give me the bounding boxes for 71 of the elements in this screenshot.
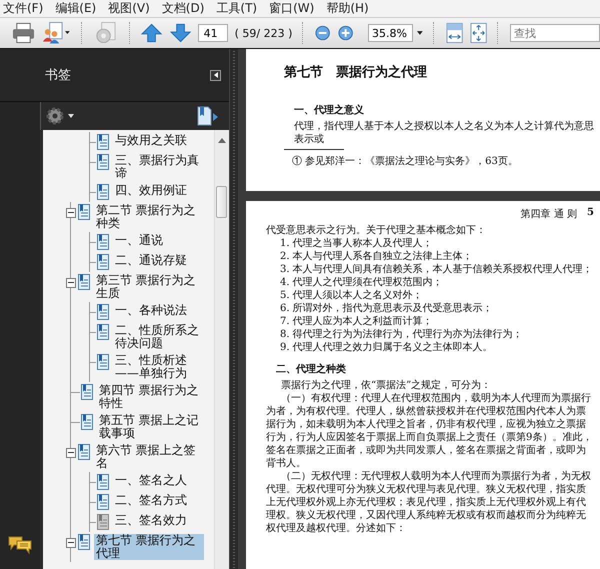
list-item: 4. 代理人之代理须在代理权范围内； [280,276,444,289]
menu-item[interactable]: 文档(D) [162,0,204,17]
footnote: ① 参见郑洋一：《票据法之理论与实务》，63页。 [292,154,519,168]
collapse-toggle[interactable] [66,278,76,288]
page-number: 5 [587,207,594,220]
bookmark-item[interactable]: 二、签名方式 [112,494,209,507]
bookmark-item[interactable]: 第二节 票据行为之种类 [94,204,204,230]
list-item: 9. 代理人代理之效力归属于名义之主体即本人。 [280,341,494,354]
bookmark-item[interactable]: 与效用之关联 [112,134,209,147]
speech-bubbles-icon[interactable] [8,535,32,555]
menu-item[interactable]: 文件(F) [3,0,44,17]
up-arrow-icon[interactable] [141,23,163,43]
bookmark-item[interactable]: 三、签名效力 [112,514,209,527]
fit-page-icon[interactable] [470,22,488,44]
bookmark-item[interactable]: 一、通说 [112,234,209,247]
paragraph: （一）有权代理：代理人在代理权范围内，载明为本人代理而为票据行为者，为有权代理。代理人，纵然曾获授权并在代理权范围内代本人为票据行为，如未载明为本人代理之旨者，仍非有权代理，应视为独立之票据行为，行为人应因签名于票据上而自负票据上之责任（票第9条）。准此，签名在票据之正面者，或即为共同发票人，签名在票据之背面者，或即为背书人。 [266,392,594,470]
subheading: 一、代理之意义 [294,103,365,117]
menu-item[interactable]: 帮助(H) [326,0,369,17]
left-triangle-icon [214,72,218,78]
fit-width-icon[interactable] [446,22,463,44]
gear-icon[interactable] [46,107,76,125]
collapse-toggle[interactable] [66,538,76,548]
section-heading: 第七节 票据行为之代理 [284,64,428,81]
search-field[interactable]: 查找 [510,24,600,42]
scroll-up-icon[interactable] [218,138,226,143]
page-count: ( 59/ 223 ) [234,26,292,40]
list-item: 2. 本人与代理人系各自独立之法律上主体； [280,250,474,263]
scrollbar[interactable] [214,130,230,569]
menu-item[interactable]: 窗口(W) [269,0,314,17]
list-item: 8. 得代理之行为为法律行为，代理行为亦为法律行为； [280,328,524,341]
page-number-field[interactable]: 41 [198,24,228,42]
scroll-thumb[interactable] [216,186,228,218]
panel-title: 书签 [44,67,71,84]
zoom-in-icon[interactable] [338,25,353,41]
bookmark-item[interactable]: 三、票据行为真谛 [112,154,209,180]
zoom-out-icon[interactable] [315,25,331,41]
splitter-handle[interactable] [229,49,238,569]
caret-icon[interactable] [416,31,423,35]
running-header: 第四章 通 则 [520,208,578,221]
bookmark-arrow-icon[interactable] [197,106,220,126]
menu-item[interactable]: 视图(V) [108,0,150,17]
list-item: 7. 代理人应为本人之利益而计算； [280,315,434,328]
bookmark-item[interactable]: 第三节 票据行为之生质 [94,274,204,300]
print-icon[interactable] [12,22,35,44]
bookmark-item[interactable]: 第七节 票据行为之代理 [94,534,204,560]
menu-item[interactable]: 工具(T) [216,0,258,17]
zoom-field[interactable]: 35.8% [368,24,413,42]
paragraph: （二）无权代理：无代理权人载明为本人代理而为票据行为者，为无权代理。无权代理可分为狭义无权代理与表见代理。狭义无权代理，指实质上无代理权外观上亦无代理权；表见代理，指实质上无代理权外观上有代理权。狭义无权代理，又因代理人系纯粹无权或有权而越权而分为纯粹无权代理及越权代理。分述如下： [266,470,592,535]
list-item: 3. 本人与代理人间具有信赖关系，本人基于信赖关系授权代理人代理； [280,263,594,276]
bookmark-item[interactable]: 一、各种说法 [112,304,209,317]
menu-item[interactable]: 编辑(E) [55,0,96,17]
down-arrow-icon[interactable] [170,23,191,43]
paragraph: 代理，指代理人基于本人之授权以本人之名义为本人之计算代为意思表示或 [294,120,594,146]
list-item: 1. 代理之当事人称本人及代理人； [280,237,434,250]
collapse-toggle[interactable] [66,208,76,218]
bookmark-item[interactable]: 第五节 票据上之记载事项 [96,414,207,440]
bookmark-item[interactable]: 第四节 票据行为之特性 [96,384,207,410]
paragraph: 代受意思表示之行为。关于代理之基本概念如下： [266,224,487,237]
collapse-button[interactable] [210,70,222,80]
bookmark-item[interactable]: 三、性质析述——单独行为 [112,354,209,380]
list-item: 5. 代理人须以本人之名义对外； [280,289,424,302]
paragraph: 票据行为之代理，依“票据法”之规定，可分为： [280,379,492,392]
people-document-icon[interactable] [42,21,71,45]
collapse-toggle[interactable] [66,448,76,458]
bookmark-item[interactable]: 第六节 票据上之签名 [94,444,204,470]
bookmark-item[interactable]: 一、签名之人 [112,474,209,487]
bookmark-item[interactable]: 二、通说存疑 [112,254,209,267]
bookmark-item[interactable]: 二、性质所系之待决问题 [112,324,209,350]
list-item: 6. 所谓对外，指代为意思表示及代受意思表示； [280,302,494,315]
bookmark-item[interactable]: 四、效用例证 [112,184,209,197]
subheading: 二、代理之种类 [276,362,347,376]
